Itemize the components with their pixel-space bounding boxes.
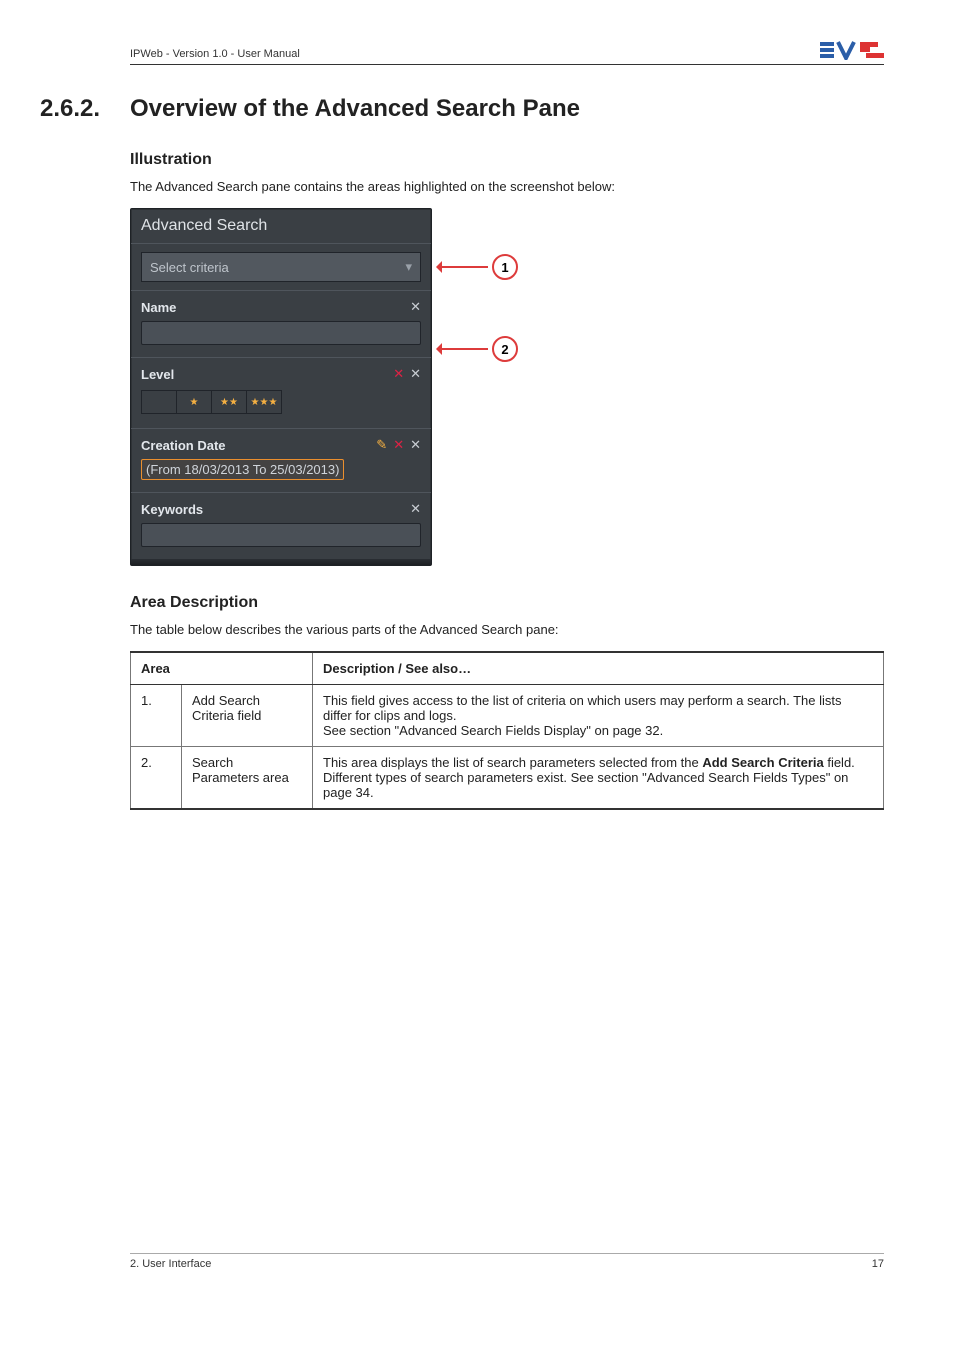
area-description-lead: The table below describes the various pa… <box>130 622 884 637</box>
breadcrumb: IPWeb - Version 1.0 - User Manual <box>130 48 300 60</box>
brand-logo <box>820 40 884 60</box>
criteria-block-keywords: Keywords ✕ <box>131 492 431 559</box>
callout-number: 1 <box>492 254 518 280</box>
section-number: 2.6.2. <box>40 95 100 123</box>
chevron-down-icon: ▾ <box>405 259 412 275</box>
th-area: Area <box>131 652 313 685</box>
row-description: This area displays the list of search pa… <box>313 747 884 810</box>
footer-section: 2. User Interface <box>130 1258 211 1270</box>
clear-icon[interactable]: ✕ <box>393 366 404 382</box>
close-icon[interactable]: ✕ <box>410 501 421 517</box>
criteria-block-creation-date: Creation Date ✎ ✕ ✕ (From 18/03/2013 To … <box>131 428 431 492</box>
select-criteria-dropdown[interactable]: Select criteria ▾ <box>141 252 421 282</box>
date-range: (From 18/03/2013 To 25/03/2013) <box>141 459 344 480</box>
row-description: This field gives access to the list of c… <box>313 685 884 747</box>
criteria-label: Keywords <box>141 502 203 517</box>
footer-page-number: 17 <box>872 1258 884 1270</box>
illustration-lead: The Advanced Search pane contains the ar… <box>130 179 884 194</box>
area-description-table: Area Description / See also… 1. Add Sear… <box>130 651 884 810</box>
criteria-block-level: Level ✕ ✕ ★ ★★ ★★★ <box>131 357 431 428</box>
star-cell-2[interactable]: ★★ <box>212 391 247 413</box>
panel-title: Advanced Search <box>131 209 431 244</box>
level-stars[interactable]: ★ ★★ ★★★ <box>141 390 282 414</box>
close-icon[interactable]: ✕ <box>410 437 421 453</box>
row-area-name: Add Search Criteria field <box>182 685 313 747</box>
edit-icon[interactable]: ✎ <box>376 437 387 453</box>
table-row: 2. Search Parameters area This area disp… <box>131 747 884 810</box>
table-row: 1. Add Search Criteria field This field … <box>131 685 884 747</box>
illustration-heading: Illustration <box>130 151 884 169</box>
name-input[interactable] <box>141 321 421 345</box>
criteria-label: Name <box>141 300 176 315</box>
criteria-label: Creation Date <box>141 438 226 453</box>
row-area-name: Search Parameters area <box>182 747 313 810</box>
select-criteria-placeholder: Select criteria <box>150 260 229 275</box>
row-number: 2. <box>131 747 182 810</box>
page-title: Overview of the Advanced Search Pane <box>130 95 884 123</box>
star-cell-0[interactable] <box>142 391 177 413</box>
criteria-block-name: Name ✕ <box>131 290 431 357</box>
criteria-label: Level <box>141 367 174 382</box>
keywords-input[interactable] <box>141 523 421 547</box>
th-description: Description / See also… <box>313 652 884 685</box>
advanced-search-panel: Advanced Search Select criteria ▾ Name ✕… <box>130 208 432 566</box>
star-cell-3[interactable]: ★★★ <box>247 391 281 413</box>
close-icon[interactable]: ✕ <box>410 366 421 382</box>
panel-footer <box>131 559 431 565</box>
area-description-heading: Area Description <box>130 594 884 612</box>
star-cell-1[interactable]: ★ <box>177 391 212 413</box>
callout-number: 2 <box>492 336 518 362</box>
callout-2: 2 <box>438 336 518 362</box>
callout-1: 1 <box>438 254 518 280</box>
clear-icon[interactable]: ✕ <box>393 437 404 453</box>
close-icon[interactable]: ✕ <box>410 299 421 315</box>
row-number: 1. <box>131 685 182 747</box>
